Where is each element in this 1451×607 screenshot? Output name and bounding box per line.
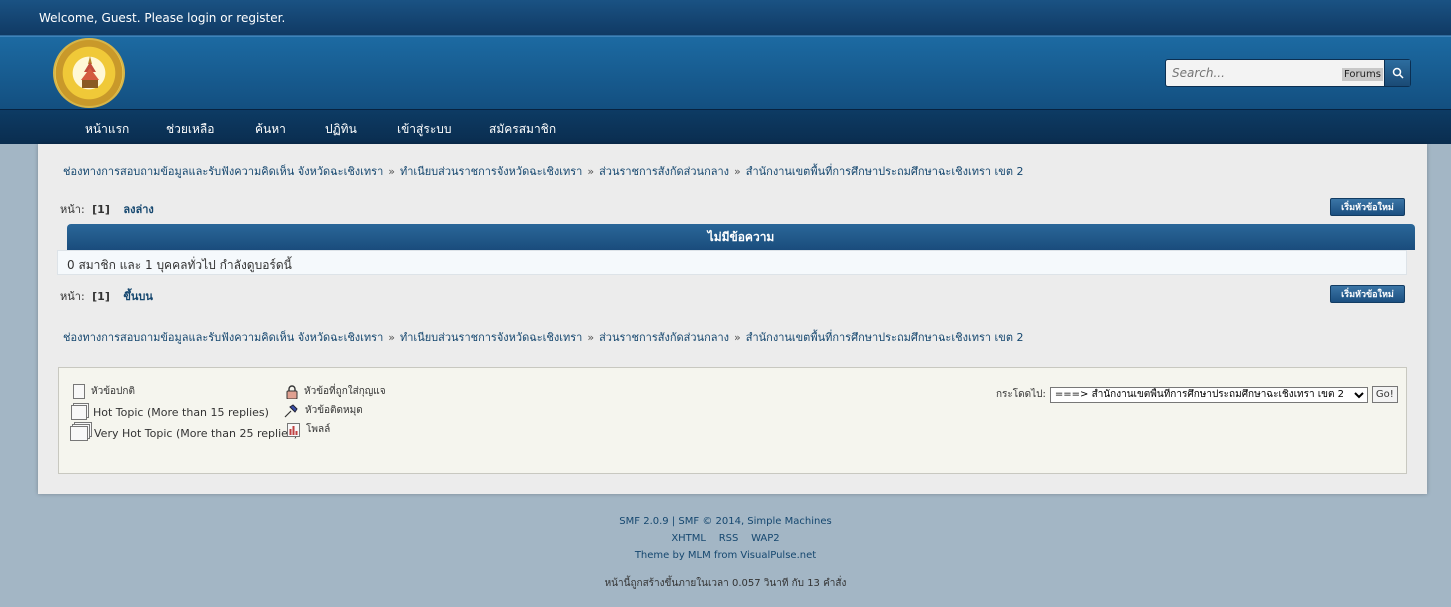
main-nav: หน้าแรก ช่วยเหลือ ค้นหา ปฏิทิน เข้าสู่ระ…	[0, 109, 1451, 144]
legend-label: โพลล์	[306, 424, 331, 435]
search-box: Forums	[1165, 59, 1411, 87]
go-button[interactable]: Go!	[1371, 386, 1398, 403]
nav-home[interactable]: หน้าแรก	[85, 120, 129, 139]
new-topic-button[interactable]: เริ่มหัวข้อใหม่	[1330, 198, 1405, 216]
legend-poll: โพลล์	[287, 422, 330, 437]
theme-credit-link[interactable]: Theme by MLM from VisualPulse.net	[635, 550, 816, 561]
very-hot-topic-icon	[70, 426, 88, 441]
breadcrumb-separator: »	[587, 165, 595, 178]
normal-topic-icon	[73, 384, 85, 399]
breadcrumb-separator: »	[734, 331, 741, 344]
nav-search[interactable]: ค้นหา	[255, 120, 286, 139]
wap2-link[interactable]: WAP2	[751, 533, 780, 544]
temple-icon	[81, 56, 99, 88]
search-button[interactable]	[1384, 60, 1410, 86]
breadcrumb-item[interactable]: ส่วนราชการสังกัดส่วนกลาง	[599, 331, 729, 344]
page-links-top: หน้า: [1] ลงล่าง	[60, 200, 154, 218]
go-up-link[interactable]: ขึ้นบน	[123, 290, 153, 303]
breadcrumb-item[interactable]: ช่องทางการสอบถามข้อมูลและรับฟังความคิดเห…	[63, 165, 383, 178]
new-topic-button[interactable]: เริ่มหัวข้อใหม่	[1330, 285, 1405, 303]
xhtml-link[interactable]: XHTML	[671, 533, 706, 544]
breadcrumb-separator: »	[734, 165, 741, 178]
go-down-link[interactable]: ลงล่าง	[123, 203, 153, 216]
footer-theme: Theme by MLM from VisualPulse.net	[0, 550, 1451, 561]
smf-version-link[interactable]: SMF 2.0.9	[619, 516, 668, 527]
footer-separator: |	[671, 516, 676, 527]
hot-topic-icon	[71, 405, 87, 420]
legend-hot: Hot Topic (More than 15 replies)	[71, 405, 269, 420]
search-input[interactable]	[1168, 62, 1340, 84]
top-bar: Welcome, Guest. Please login or register…	[0, 0, 1451, 36]
topic-table-header: ไม่มีข้อความ	[67, 224, 1415, 250]
rss-link[interactable]: RSS	[719, 533, 739, 544]
site-logo[interactable]	[53, 38, 125, 108]
legend-box: หัวข้อปกติ Hot Topic (More than 15 repli…	[58, 367, 1407, 474]
footer-links: XHTML RSS WAP2	[0, 533, 1451, 544]
breadcrumb-top: ช่องทางการสอบถามข้อมูลและรับฟังความคิดเห…	[63, 162, 1023, 180]
breadcrumb-item[interactable]: ทำเนียบส่วนราชการจังหวัดฉะเชิงเทรา	[400, 331, 582, 344]
welcome-message[interactable]: Welcome, Guest. Please login or register…	[39, 11, 285, 25]
nav-login[interactable]: เข้าสู่ระบบ	[397, 120, 452, 139]
nav-register[interactable]: สมัครสมาชิก	[489, 120, 556, 139]
jump-select[interactable]: ===> สำนักงานเขตพื้นที่การศึกษาประถมศึกษ…	[1049, 386, 1368, 403]
legend-normal: หัวข้อปกติ	[73, 384, 135, 399]
legend-sticky: หัวข้อติดหมุด	[284, 403, 363, 418]
nav-calendar[interactable]: ปฏิทิน	[325, 120, 357, 139]
lock-icon	[286, 384, 298, 399]
pages-label: หน้า:	[60, 290, 85, 303]
search-icon	[1392, 67, 1404, 79]
legend-label: หัวข้อปกติ	[91, 386, 135, 397]
pages-label: หน้า:	[60, 203, 85, 216]
legend-very-hot: Very Hot Topic (More than 25 replies)	[70, 426, 298, 441]
breadcrumb-item[interactable]: ทำเนียบส่วนราชการจังหวัดฉะเชิงเทรา	[400, 165, 582, 178]
current-page: [1]	[92, 203, 110, 216]
breadcrumb-item[interactable]: ส่วนราชการสังกัดส่วนกลาง	[599, 165, 729, 178]
breadcrumb-item[interactable]: สำนักงานเขตพื้นที่การศึกษาประถมศึกษาฉะเช…	[746, 331, 1024, 344]
pin-icon	[284, 404, 298, 418]
breadcrumb-separator: »	[388, 331, 395, 344]
viewers-row: 0 สมาชิก และ 1 บุคคลทั่วไป กำลังดูบอร์ดน…	[57, 250, 1407, 275]
jump-to: กระโดดไป: ===> สำนักงานเขตพื้นที่การศึกษ…	[996, 386, 1398, 403]
main-panel: ช่องทางการสอบถามข้อมูลและรับฟังความคิดเห…	[38, 144, 1427, 494]
legend-locked: หัวข้อที่ถูกใส่กุญแจ	[286, 384, 386, 399]
breadcrumb-separator: »	[587, 331, 595, 344]
header: Forums	[0, 36, 1451, 109]
breadcrumb-bottom: ช่องทางการสอบถามข้อมูลและรับฟังความคิดเห…	[63, 328, 1023, 346]
breadcrumb-item[interactable]: สำนักงานเขตพื้นที่การศึกษาประถมศึกษาฉะเช…	[746, 165, 1024, 178]
search-scope-select[interactable]: Forums	[1342, 68, 1383, 81]
legend-label: หัวข้อที่ถูกใส่กุญแจ	[304, 386, 386, 397]
smf-copyright-link[interactable]: SMF © 2014, Simple Machines	[678, 516, 831, 527]
poll-icon	[287, 422, 300, 437]
legend-label: Very Hot Topic (More than 25 replies)	[94, 427, 298, 440]
nav-help[interactable]: ช่วยเหลือ	[166, 120, 215, 139]
footer-page-time: หน้านี้ถูกสร้างขึ้นภายในเวลา 0.057 วินาท…	[604, 578, 847, 589]
legend-label: Hot Topic (More than 15 replies)	[93, 406, 269, 419]
legend-label: หัวข้อติดหมุด	[305, 405, 363, 416]
jump-label: กระโดดไป:	[996, 389, 1046, 400]
page-links-bottom: หน้า: [1] ขึ้นบน	[60, 287, 153, 305]
breadcrumb-separator: »	[388, 165, 395, 178]
current-page: [1]	[92, 290, 110, 303]
breadcrumb-item[interactable]: ช่องทางการสอบถามข้อมูลและรับฟังความคิดเห…	[63, 331, 383, 344]
footer-copyright: SMF 2.0.9 | SMF © 2014, Simple Machines	[0, 516, 1451, 527]
